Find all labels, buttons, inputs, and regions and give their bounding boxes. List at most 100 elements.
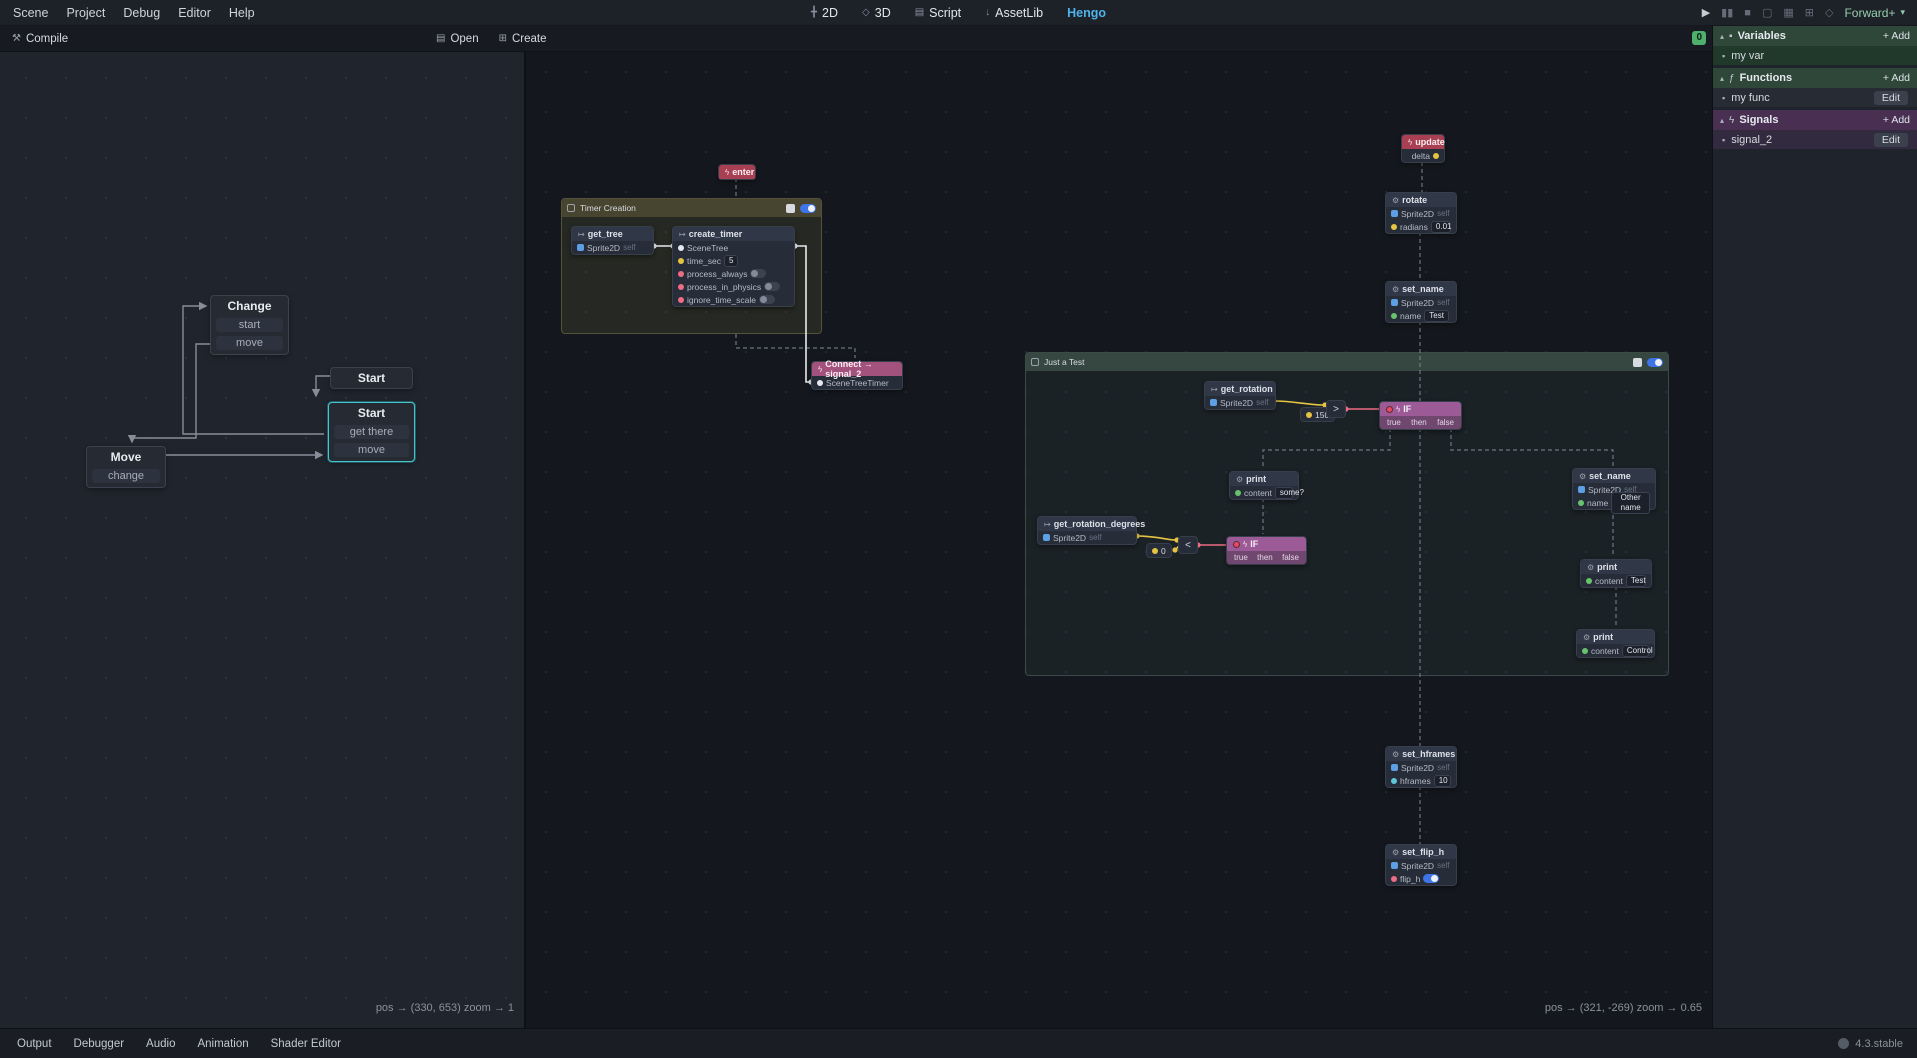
movie-mode-icon[interactable]: ▢ [1762,6,1772,19]
collapse-icon[interactable]: ▴ [1720,74,1724,83]
tab-3d[interactable]: ◇ 3D [852,4,901,22]
node-title: set_name [1402,284,1444,294]
value-input[interactable]: Test [1626,575,1646,587]
menu-debug[interactable]: Debug [114,4,169,22]
mapsto-icon: ↦ [679,230,686,239]
node-set-name[interactable]: ⚙set_name Sprite2Dself nameTest [1385,281,1457,323]
node-if-1[interactable]: ϟIF true then false [1379,401,1462,430]
node-get-rotation[interactable]: ↦get_rotation Sprite2Dself [1204,381,1276,410]
renderer-select[interactable]: Forward+ ▾ [1844,6,1905,20]
edit-function-button[interactable]: Edit [1874,91,1908,105]
node-title: rotate [1402,195,1427,205]
profiler-icon[interactable]: ◇ [1825,6,1833,19]
signals-header[interactable]: ▴ ϟ Signals + Add [1713,110,1917,130]
play-icon[interactable]: ▶ [1702,6,1710,19]
tab-assetlib[interactable]: ↓ AssetLib [975,4,1053,22]
bool-toggle[interactable] [764,282,780,291]
gear-icon: ⚙ [1236,475,1243,484]
value-input[interactable]: 5 [724,255,738,267]
operator-label: < [1185,540,1191,551]
pin-then[interactable]: then [1257,553,1273,562]
pin-true[interactable]: true [1387,418,1401,427]
value-input[interactable]: Other name [1611,492,1650,514]
bottom-tab-audio[interactable]: Audio [135,1034,186,1054]
open-button[interactable]: ▤ Open [430,31,485,47]
add-function-button[interactable]: + Add [1883,72,1910,84]
node-set-flip-h[interactable]: ⚙set_flip_h Sprite2Dself flip_h [1385,844,1457,886]
graph-canvas[interactable]: Timer Creation Just a Test [526,52,1712,1028]
edit-signal-button[interactable]: Edit [1874,133,1908,147]
node-less-than[interactable]: < [1178,536,1198,554]
node-get-rotation-degrees[interactable]: ↦get_rotation_degrees Sprite2Dself [1037,516,1137,545]
bool-toggle[interactable] [1423,874,1439,883]
play-scene-icon[interactable]: ▦ [1783,6,1793,19]
menu-editor[interactable]: Editor [169,4,220,22]
create-label: Create [512,33,547,45]
node-get-tree[interactable]: ↦get_tree Sprite2Dself [571,226,654,255]
pin-false[interactable]: false [1437,418,1454,427]
tab-2d[interactable]: ╋ 2D [801,4,848,22]
bool-toggle[interactable] [759,295,775,304]
function-item[interactable]: ▪ my func Edit [1713,88,1917,107]
variables-section: ▴ ▪ Variables + Add ▪ my var [1713,26,1917,65]
add-variable-button[interactable]: + Add [1883,30,1910,42]
bottom-tab-debugger[interactable]: Debugger [63,1034,136,1054]
branch-icon: ϟ [1396,405,1400,414]
node-value-0[interactable]: 0 [1146,543,1172,558]
pin-true[interactable]: true [1234,553,1248,562]
menu-project[interactable]: Project [57,4,114,22]
node-greater-than[interactable]: > [1326,400,1346,418]
variables-header[interactable]: ▴ ▪ Variables + Add [1713,26,1917,46]
gear-icon: ⚙ [1392,196,1399,205]
collapse-icon[interactable]: ▴ [1720,32,1724,41]
value-input[interactable]: 10 [1434,775,1451,787]
value-input[interactable]: Test [1424,310,1449,322]
mapsto-icon: ↦ [1044,520,1051,529]
inspector-panel: ▴ ▪ Variables + Add ▪ my var ▴ ƒ Functio… [1712,26,1917,1028]
param-label: content [1595,576,1623,586]
stop-icon[interactable]: ■ [1744,7,1751,19]
node-create-timer[interactable]: ↦create_timer SceneTree time_sec5 proces… [672,226,795,307]
node-connect-signal[interactable]: ϟConnect → signal_2 SceneTreeTimer [811,361,903,390]
value-input[interactable]: Control [1622,645,1649,657]
chevron-down-icon: ▾ [1900,7,1905,18]
signal-item[interactable]: ▪ signal_2 Edit [1713,130,1917,149]
node-title: IF [1250,539,1258,549]
node-title: set_name [1589,471,1631,481]
tab-script[interactable]: ▤ Script [905,4,971,22]
state-machine-panel[interactable]: Change start move Start Start get there … [0,52,526,1028]
menu-help[interactable]: Help [220,4,264,22]
menu-scene[interactable]: Scene [4,4,57,22]
node-print-3[interactable]: ⚙print contentControl [1576,629,1655,658]
param-label: hframes [1400,776,1431,786]
compile-button[interactable]: ⚒ Compile [6,31,74,47]
pause-icon[interactable]: ▮▮ [1721,6,1733,19]
value-input[interactable]: some? [1275,487,1293,499]
node-rotate[interactable]: ⚙rotate Sprite2Dself radians0.01 [1385,192,1457,234]
value-input[interactable]: 0.01 [1431,221,1451,233]
functions-header[interactable]: ▴ ƒ Functions + Add [1713,68,1917,88]
play-custom-icon[interactable]: ⊞ [1805,6,1814,19]
create-button[interactable]: ⊞ Create [493,31,553,47]
tab-hengo[interactable]: Hengo [1057,4,1116,22]
node-set-hframes[interactable]: ⚙set_hframes Sprite2Dself hframes10 [1385,746,1457,788]
variable-item[interactable]: ▪ my var [1713,46,1917,65]
assetlib-icon: ↓ [985,7,990,18]
collapse-icon[interactable]: ▴ [1720,116,1724,125]
node-update[interactable]: ϟupdate delta [1401,134,1445,163]
node-print-2[interactable]: ⚙print contentTest [1580,559,1652,588]
bottom-tab-shader-editor[interactable]: Shader Editor [260,1034,352,1054]
node-set-name-2[interactable]: ⚙set_name Sprite2Dself nameOther name [1572,468,1656,510]
self-label: self [623,243,635,252]
bottom-tab-output[interactable]: Output [6,1034,63,1054]
node-print-1[interactable]: ⚙print contentsome? [1229,471,1299,500]
add-signal-button[interactable]: + Add [1883,114,1910,126]
bool-toggle[interactable] [750,269,766,278]
bottom-tab-animation[interactable]: Animation [186,1034,259,1054]
node-if-2[interactable]: ϟIF true then false [1226,536,1307,565]
pin-then[interactable]: then [1411,418,1427,427]
node-enter[interactable]: ϟenter [718,164,756,180]
object-icon [1043,534,1050,541]
node-title: update [1415,137,1445,147]
pin-false[interactable]: false [1282,553,1299,562]
